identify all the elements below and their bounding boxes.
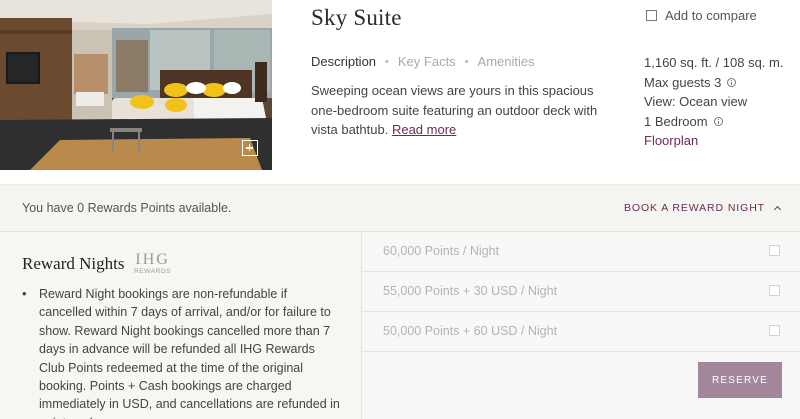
reward-option-checkbox[interactable] bbox=[769, 285, 780, 296]
reward-option[interactable]: 60,000 Points / Night bbox=[362, 232, 800, 272]
tab-key-facts[interactable]: Key Facts bbox=[398, 54, 456, 69]
add-to-compare[interactable]: Add to compare bbox=[646, 8, 757, 23]
room-title: Sky Suite bbox=[311, 5, 402, 30]
policy-text: Reward Night bookings are non-refundable… bbox=[39, 287, 340, 419]
reward-nights-panel: Reward Nights IHG REWARDS • Reward Night… bbox=[0, 232, 362, 419]
bedrooms-text: 1 Bedroom bbox=[644, 113, 708, 129]
room-facts: 1,160 sq. ft. / 108 sq. m. Max guests 3 … bbox=[644, 53, 783, 151]
ihg-rewards-logo: IHG REWARDS bbox=[134, 251, 171, 276]
reward-options-panel: 60,000 Points / Night 55,000 Points + 30… bbox=[362, 232, 800, 419]
room-size-text: 1,160 sq. ft. / 108 sq. m. bbox=[644, 55, 784, 70]
reward-option-checkbox[interactable] bbox=[769, 245, 780, 256]
tab-separator: • bbox=[385, 55, 389, 68]
max-guests-text: Max guests 3 bbox=[644, 74, 722, 90]
tab-description[interactable]: Description bbox=[311, 54, 376, 69]
room-description: Sweeping ocean views are yours in this s… bbox=[311, 81, 611, 140]
info-icon[interactable] bbox=[727, 77, 737, 87]
reward-option-checkbox[interactable] bbox=[769, 325, 780, 336]
book-reward-night-label: BOOK A REWARD NIGHT bbox=[624, 202, 765, 214]
reward-nights-title: Reward Nights bbox=[22, 254, 125, 273]
expand-photo-icon[interactable] bbox=[242, 140, 258, 156]
bedrooms: 1 Bedroom bbox=[644, 112, 783, 132]
max-guests: Max guests 3 bbox=[644, 73, 783, 93]
reserve-button[interactable]: RESERVE bbox=[698, 362, 782, 398]
points-available-text: You have 0 Rewards Points available. bbox=[22, 201, 232, 215]
read-more-link[interactable]: Read more bbox=[392, 122, 456, 137]
info-icon[interactable] bbox=[713, 116, 723, 126]
compare-checkbox[interactable] bbox=[646, 10, 657, 21]
compare-label: Add to compare bbox=[665, 8, 757, 23]
floorplan-link[interactable]: Floorplan bbox=[644, 131, 783, 151]
reward-option[interactable]: 55,000 Points + 30 USD / Night bbox=[362, 272, 800, 312]
tab-separator: • bbox=[464, 55, 469, 68]
room-photo-illustration bbox=[0, 0, 272, 170]
reward-option-label: 60,000 Points / Night bbox=[383, 244, 500, 258]
book-reward-night-toggle[interactable]: BOOK A REWARD NIGHT bbox=[624, 202, 782, 214]
reward-option-label: 55,000 Points + 30 USD / Night bbox=[383, 284, 558, 298]
room-photo bbox=[0, 0, 272, 170]
reward-option[interactable]: 50,000 Points + 60 USD / Night bbox=[362, 312, 800, 352]
ihg-logo-text: IHG bbox=[135, 251, 170, 268]
bullet-icon: • bbox=[22, 286, 27, 301]
room-size: 1,160 sq. ft. / 108 sq. m. bbox=[644, 53, 783, 73]
reward-option-label: 50,000 Points + 60 USD / Night bbox=[383, 324, 558, 338]
room-view: View: Ocean view bbox=[644, 92, 783, 112]
room-view-text: View: Ocean view bbox=[644, 94, 748, 109]
cancellation-policy: • Reward Night bookings are non-refundab… bbox=[22, 285, 342, 419]
ihg-logo-subtext: REWARDS bbox=[134, 268, 172, 275]
chevron-up-icon bbox=[773, 205, 782, 214]
room-tabs: Description • Key Facts • Amenities bbox=[311, 54, 535, 69]
points-bar: You have 0 Rewards Points available. BOO… bbox=[0, 184, 800, 232]
tab-amenities[interactable]: Amenities bbox=[478, 54, 535, 69]
